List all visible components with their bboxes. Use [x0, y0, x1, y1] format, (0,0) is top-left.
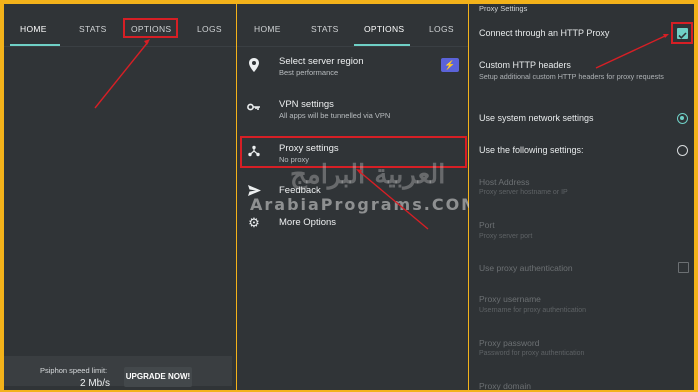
arrow-to-http-checkbox: [595, 35, 666, 69]
screenshot-frame: HOME STATS OPTIONS LOGS Psiphon speed li…: [0, 0, 698, 392]
annotation-arrows: [94, 34, 669, 230]
arrow-to-options-tab: [94, 41, 149, 109]
arrow-to-proxy-settings: [359, 171, 429, 230]
